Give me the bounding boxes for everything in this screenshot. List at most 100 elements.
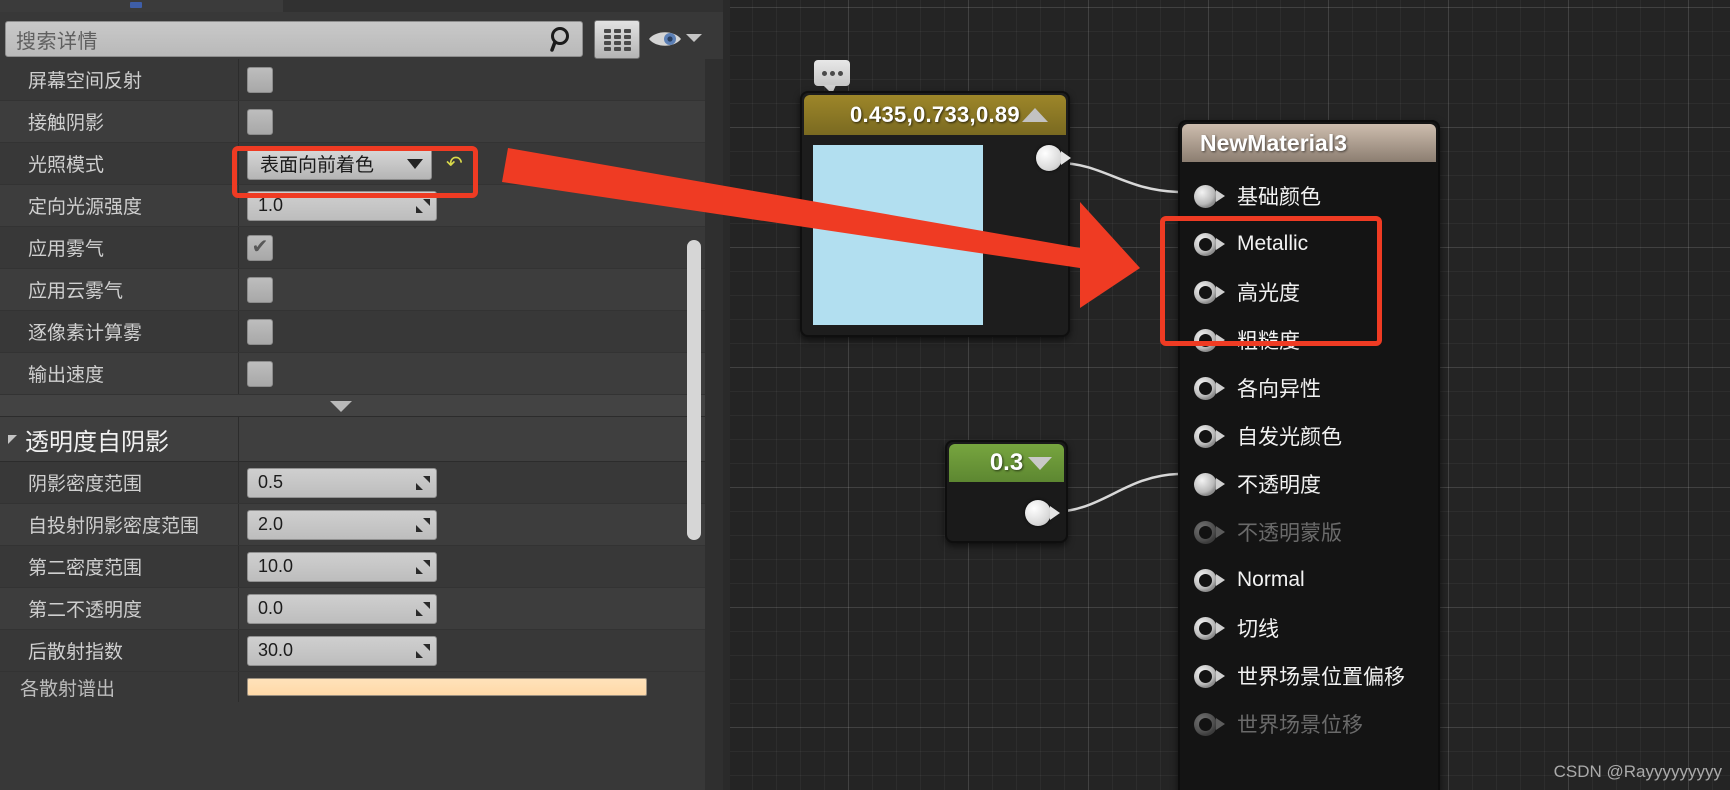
pin-label: Metallic [1237, 232, 1309, 255]
property-label: 应用雾气 [28, 239, 105, 260]
property-row-output-velocity[interactable]: 输出速度 [0, 353, 705, 395]
shading-model-select[interactable]: 表面向前着色 [247, 147, 432, 180]
material-pin-roughness[interactable]: 粗糙度 [1180, 316, 1438, 364]
property-value: 0.5 [238, 462, 705, 503]
node-header[interactable]: 0.435,0.733,0.89 [804, 95, 1066, 135]
checkbox-output-velocity[interactable] [247, 360, 273, 387]
checkbox-contact-shadow[interactable] [247, 108, 273, 135]
property-row-apply-fog[interactable]: 应用雾气 [0, 227, 705, 269]
number-input-second-density-scale[interactable]: 10.0 [247, 551, 437, 582]
property-row-per-pixel-fog[interactable]: 逐像素计算雾 [0, 311, 705, 353]
material-pin-world-position-offset[interactable]: 世界场景位置偏移 [1180, 652, 1438, 700]
grid-view-icon[interactable] [594, 20, 640, 59]
property-label: 阴影密度范围 [28, 474, 143, 495]
screenshot-root: 搜索详情 屏幕空间反射 接触阴影 光照模式 表面向前着色 ↶ 定向光源强度 1.… [0, 0, 1730, 790]
section-header-transparency-self-shadow[interactable]: 透明度自阴影 [0, 417, 705, 462]
number-value: 2.0 [258, 514, 284, 534]
input-pin[interactable] [1194, 184, 1225, 208]
search-input[interactable]: 搜索详情 [5, 21, 583, 57]
property-row-scatter-spectrum[interactable]: 各散射谱出 [0, 672, 705, 702]
input-pin[interactable] [1194, 424, 1225, 448]
property-row-self-shadow-density-scale[interactable]: 自投射阴影密度范围 2.0 [0, 504, 705, 546]
section-expander[interactable] [0, 395, 705, 417]
property-label: 自投射阴影密度范围 [28, 516, 200, 537]
material-pin-opacity[interactable]: 不透明度 [1180, 460, 1438, 508]
property-row-second-density-scale[interactable]: 第二密度范围 10.0 [0, 546, 705, 588]
node-header[interactable]: 0.3 [949, 444, 1064, 482]
node-title: NewMaterial3 [1200, 129, 1348, 156]
chevron-down-icon[interactable] [1028, 457, 1052, 470]
material-pin-anisotropy[interactable]: 各向异性 [1180, 364, 1438, 412]
property-row-ssr[interactable]: 屏幕空间反射 [0, 59, 705, 101]
color-swatch-input[interactable] [247, 678, 647, 696]
property-list: 屏幕空间反射 接触阴影 光照模式 表面向前着色 ↶ 定向光源强度 1.0 应用雾… [0, 59, 705, 790]
details-panel: 搜索详情 屏幕空间反射 接触阴影 光照模式 表面向前着色 ↶ 定向光源强度 1.… [0, 12, 723, 790]
input-pin[interactable] [1194, 520, 1225, 544]
reset-to-default-icon[interactable]: ↶ [446, 154, 463, 174]
checkbox-apply-fog[interactable] [247, 234, 273, 261]
eye-icon[interactable] [648, 26, 682, 52]
node-constant-scalar[interactable]: 0.3 [945, 440, 1068, 543]
panel-scroll-gutter[interactable] [705, 59, 723, 790]
property-row-second-opacity[interactable]: 第二不透明度 0.0 [0, 588, 705, 630]
material-pin-normal[interactable]: Normal [1180, 556, 1438, 604]
input-pin[interactable] [1194, 568, 1225, 592]
tab-close-icon[interactable] [130, 2, 142, 8]
grid-glyph [603, 28, 631, 51]
node-constant3-color[interactable]: 0.435,0.733,0.89 [800, 91, 1071, 337]
input-pin[interactable] [1194, 232, 1225, 256]
drag-handle-icon[interactable] [416, 643, 430, 658]
node-header[interactable]: NewMaterial3 [1182, 124, 1436, 162]
number-input-self-shadow-density-scale[interactable]: 2.0 [247, 509, 437, 540]
number-input-second-opacity[interactable]: 0.0 [247, 593, 437, 624]
input-pin[interactable] [1194, 280, 1225, 304]
material-pin-specular[interactable]: 高光度 [1180, 268, 1438, 316]
input-pin[interactable] [1194, 472, 1225, 496]
number-input-directional-light-intensity[interactable]: 1.0 [247, 190, 437, 221]
number-input-shadow-density-scale[interactable]: 0.5 [247, 467, 437, 498]
search-icon [550, 26, 574, 52]
checkbox-ssr[interactable] [247, 66, 273, 93]
chevron-up-icon[interactable] [1022, 108, 1048, 122]
chevron-down-icon[interactable] [686, 34, 702, 42]
number-input-back-scatter-power[interactable]: 30.0 [247, 635, 437, 666]
node-material-output[interactable]: NewMaterial3 基础颜色 Metallic 高光度 粗糙度 各向异性 … [1178, 120, 1440, 790]
chevron-down-icon [330, 401, 352, 412]
material-pin-tangent[interactable]: 切线 [1180, 604, 1438, 652]
property-value [238, 101, 705, 142]
material-pin-world-displacement[interactable]: 世界场景位移 [1180, 700, 1438, 748]
drag-handle-icon[interactable] [416, 517, 430, 532]
comment-icon[interactable] [814, 60, 850, 94]
property-label: 屏幕空间反射 [28, 71, 143, 92]
drag-handle-icon[interactable] [416, 198, 430, 213]
input-pin[interactable] [1194, 664, 1225, 688]
material-pin-base-color[interactable]: 基础颜色 [1180, 172, 1438, 220]
material-pin-metallic[interactable]: Metallic [1180, 220, 1438, 268]
property-value: 2.0 [238, 504, 705, 545]
pin-label: 粗糙度 [1237, 330, 1300, 353]
input-pin[interactable] [1194, 616, 1225, 640]
property-row-shading-model[interactable]: 光照模式 表面向前着色 ↶ [0, 143, 705, 185]
vertical-scrollbar-thumb[interactable] [687, 240, 701, 540]
property-row-apply-cloud-fog[interactable]: 应用云雾气 [0, 269, 705, 311]
input-pin[interactable] [1194, 712, 1225, 736]
property-row-back-scatter-power[interactable]: 后散射指数 30.0 [0, 630, 705, 672]
property-row-directional-light-intensity[interactable]: 定向光源强度 1.0 [0, 185, 705, 227]
drag-handle-icon[interactable] [416, 601, 430, 616]
property-row-contact-shadow[interactable]: 接触阴影 [0, 101, 705, 143]
material-pin-opacity-mask[interactable]: 不透明蒙版 [1180, 508, 1438, 556]
drag-handle-icon[interactable] [416, 475, 430, 490]
property-label: 应用云雾气 [28, 281, 124, 302]
checkbox-per-pixel-fog[interactable] [247, 318, 273, 345]
output-pin[interactable] [1036, 145, 1071, 171]
property-row-shadow-density-scale[interactable]: 阴影密度范围 0.5 [0, 462, 705, 504]
input-pin[interactable] [1194, 376, 1225, 400]
number-value: 30.0 [258, 640, 294, 660]
material-pin-emissive-color[interactable]: 自发光颜色 [1180, 412, 1438, 460]
input-pin[interactable] [1194, 328, 1225, 352]
property-label: 第二不透明度 [28, 600, 143, 621]
drag-handle-icon[interactable] [416, 559, 430, 574]
material-graph-canvas[interactable]: 0.435,0.733,0.89 0.3 NewMaterial3 基础颜色 M… [723, 0, 1730, 790]
output-pin[interactable] [1025, 500, 1060, 526]
checkbox-apply-cloud-fog[interactable] [247, 276, 273, 303]
